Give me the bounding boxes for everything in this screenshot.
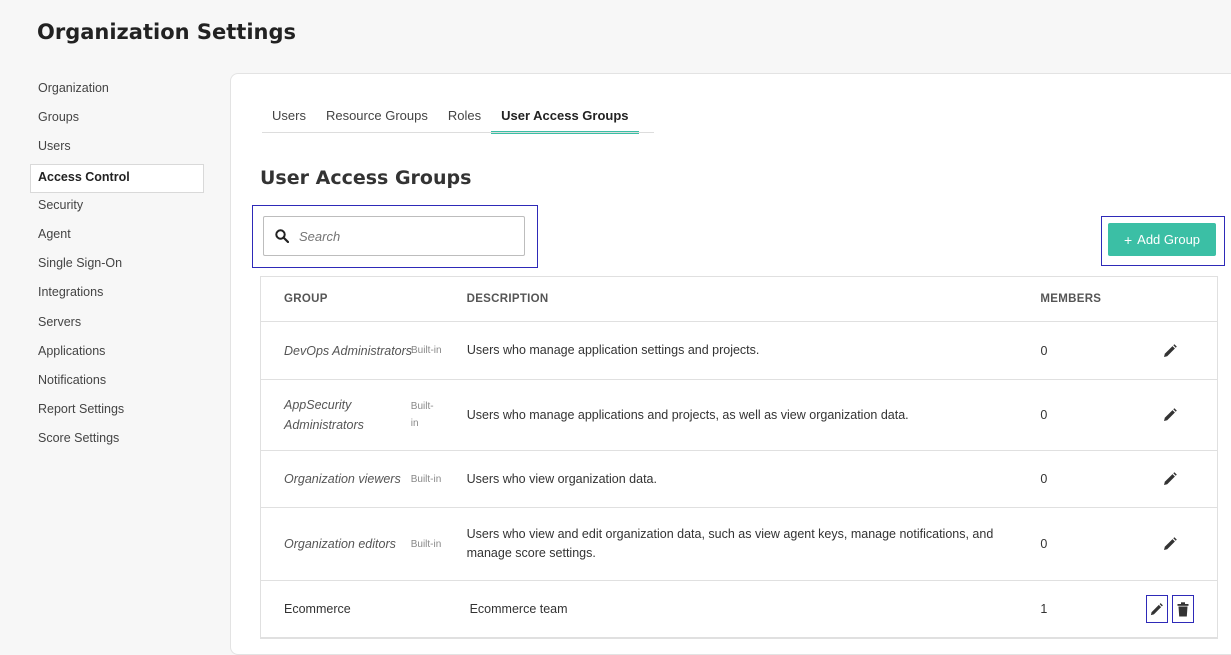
tab-roles[interactable]: Roles (438, 108, 491, 132)
tab-bar: Users Resource Groups Roles User Access … (262, 108, 639, 134)
group-name: DevOps Administrators (284, 343, 413, 358)
row-actions (1122, 468, 1217, 490)
sidebar-item-score-settings[interactable]: Score Settings (30, 426, 204, 455)
table-row: AppSecurity Administrators Built-in User… (261, 380, 1217, 451)
row-actions (1122, 340, 1217, 362)
tab-users[interactable]: Users (262, 108, 316, 132)
group-description: Users who view organization data. (466, 471, 657, 486)
sidebar-item-servers[interactable]: Servers (30, 310, 204, 339)
row-actions (1122, 533, 1217, 555)
row-actions (1122, 595, 1217, 623)
built-in-badge: Built-in (410, 401, 434, 429)
table-row: DevOps Administrators Built-in Users who… (261, 322, 1217, 380)
group-members-count: 0 (1040, 472, 1048, 486)
section-title: User Access Groups (260, 167, 472, 189)
sidebar-item-agent[interactable]: Agent (30, 222, 204, 251)
group-description: Users who manage application settings an… (466, 343, 760, 357)
built-in-badge: Built-in (410, 473, 442, 485)
groups-table: GROUP DESCRIPTION MEMBERS DevOps Adminis… (260, 276, 1218, 639)
table-row: Ecommerce Ecommerce team 1 (261, 581, 1217, 638)
sidebar-item-single-sign-on[interactable]: Single Sign-On (30, 251, 204, 280)
table-row: Organization editors Built-in Users who … (261, 508, 1217, 581)
group-name: Ecommerce (284, 602, 351, 616)
tab-user-access-groups[interactable]: User Access Groups (491, 108, 639, 134)
sidebar-item-security[interactable]: Security (30, 193, 204, 222)
sidebar-item-groups[interactable]: Groups (30, 105, 204, 134)
group-description: Users who manage applications and projec… (466, 407, 909, 422)
tab-resource-groups[interactable]: Resource Groups (316, 108, 438, 132)
sidebar-item-access-control[interactable]: Access Control (30, 163, 204, 193)
edit-icon[interactable] (1159, 533, 1181, 555)
group-name: Organization editors (284, 537, 396, 551)
edit-icon[interactable] (1145, 595, 1168, 623)
edit-icon[interactable] (1159, 404, 1181, 426)
group-description: Users who view and edit organization dat… (466, 527, 994, 560)
sidebar-item-organization[interactable]: Organization (30, 76, 204, 105)
plus-icon: + (1123, 231, 1133, 248)
group-name: AppSecurity Administrators (284, 398, 364, 432)
search-field[interactable] (263, 216, 525, 256)
sidebar-item-notifications[interactable]: Notifications (30, 368, 204, 397)
search-input[interactable] (297, 227, 501, 245)
column-header-members[interactable]: MEMBERS (1040, 293, 1122, 305)
table-header: GROUP DESCRIPTION MEMBERS (261, 277, 1217, 322)
group-name: Organization viewers (284, 472, 401, 486)
built-in-badge: Built-in (411, 345, 442, 356)
group-members-count: 0 (1040, 408, 1048, 422)
built-in-badge: Built-in (410, 538, 442, 550)
column-header-description[interactable]: DESCRIPTION (467, 290, 1041, 309)
edit-icon[interactable] (1159, 340, 1181, 362)
sidebar-item-report-settings[interactable]: Report Settings (30, 397, 204, 426)
trash-icon[interactable] (1171, 595, 1194, 623)
group-members-count: 0 (1040, 343, 1048, 358)
group-members-count: 0 (1040, 537, 1048, 551)
page-title: Organization Settings (37, 20, 297, 44)
tab-divider (262, 132, 654, 133)
row-actions (1122, 404, 1217, 426)
content-panel: Users Resource Groups Roles User Access … (230, 73, 1231, 655)
sidebar-item-integrations[interactable]: Integrations (30, 280, 204, 309)
sidebar-item-users[interactable]: Users (30, 134, 204, 163)
group-description: Ecommerce team (469, 601, 568, 616)
add-group-label: Add Group (1137, 232, 1201, 247)
group-members-count: 1 (1040, 602, 1048, 616)
search-icon (275, 228, 291, 244)
add-group-button[interactable]: + Add Group (1108, 223, 1216, 256)
table-row: Organization viewers Built-in Users who … (261, 451, 1217, 508)
sidebar: Organization Groups Users Access Control… (30, 76, 204, 455)
column-header-group[interactable]: GROUP (261, 293, 467, 305)
edit-icon[interactable] (1159, 468, 1181, 490)
sidebar-item-applications[interactable]: Applications (30, 339, 204, 368)
